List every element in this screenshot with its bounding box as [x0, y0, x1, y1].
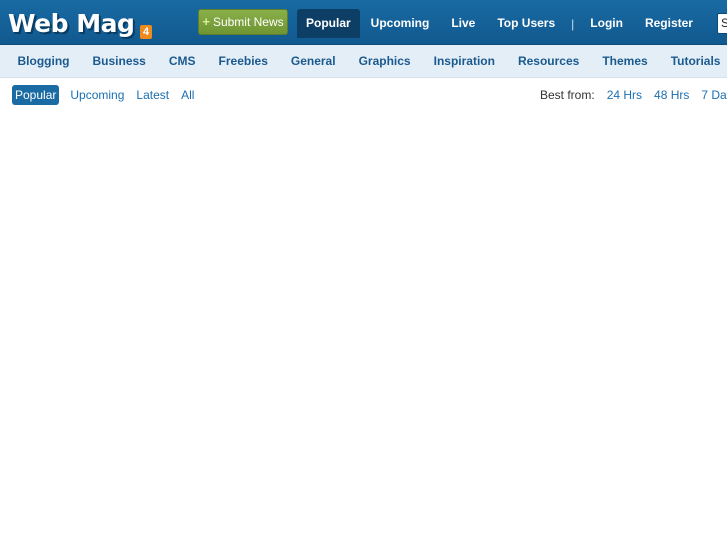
range-7-days[interactable]: 7 Days [695, 88, 727, 102]
nav-separator: | [571, 16, 575, 31]
filter-popular[interactable]: Popular [12, 85, 60, 105]
nav-upcoming[interactable]: Upcoming [360, 9, 441, 38]
category-business[interactable]: Business [81, 54, 157, 68]
nav-popular[interactable]: Popular [297, 9, 360, 38]
nav-live[interactable]: Live [440, 9, 486, 38]
register-link[interactable]: Register [634, 9, 704, 38]
search-input[interactable]: S [717, 13, 727, 34]
logo-badge: 4 [140, 25, 152, 39]
category-general[interactable]: General [279, 54, 347, 68]
filter-upcoming[interactable]: Upcoming [64, 85, 130, 105]
plus-icon: + [202, 14, 210, 29]
range-24-hrs[interactable]: 24 Hrs [601, 88, 648, 102]
story-filter-tabs: Popular Upcoming Latest All [12, 85, 200, 105]
submit-news-label: Submit News [212, 15, 284, 29]
nav-top-users[interactable]: Top Users [486, 9, 566, 38]
filter-all[interactable]: All [175, 85, 200, 105]
category-tutorials[interactable]: Tutorials [659, 54, 727, 68]
top-header: Web Mag 4 + Submit News Popular Upcoming… [0, 0, 727, 45]
category-inspiration[interactable]: Inspiration [422, 54, 506, 68]
category-themes[interactable]: Themes [591, 54, 659, 68]
site-logo[interactable]: Web Mag 4 [8, 8, 152, 39]
best-from-selector: Best from: 24 Hrs 48 Hrs 7 Days [540, 85, 727, 105]
category-bar: Blogging Business CMS Freebies General G… [0, 45, 727, 78]
filter-latest[interactable]: Latest [130, 85, 175, 105]
category-graphics[interactable]: Graphics [347, 54, 422, 68]
submit-news-button[interactable]: + Submit News [198, 9, 288, 35]
category-blogging[interactable]: Blogging [6, 54, 81, 68]
best-from-label: Best from: [540, 88, 595, 102]
category-resources[interactable]: Resources [506, 54, 590, 68]
login-link[interactable]: Login [579, 9, 634, 38]
category-cms[interactable]: CMS [157, 54, 207, 68]
range-48-hrs[interactable]: 48 Hrs [648, 88, 695, 102]
logo-text: Web Mag [8, 9, 135, 38]
category-freebies[interactable]: Freebies [207, 54, 279, 68]
main-nav: Popular Upcoming Live Top Users | Login … [297, 9, 704, 38]
